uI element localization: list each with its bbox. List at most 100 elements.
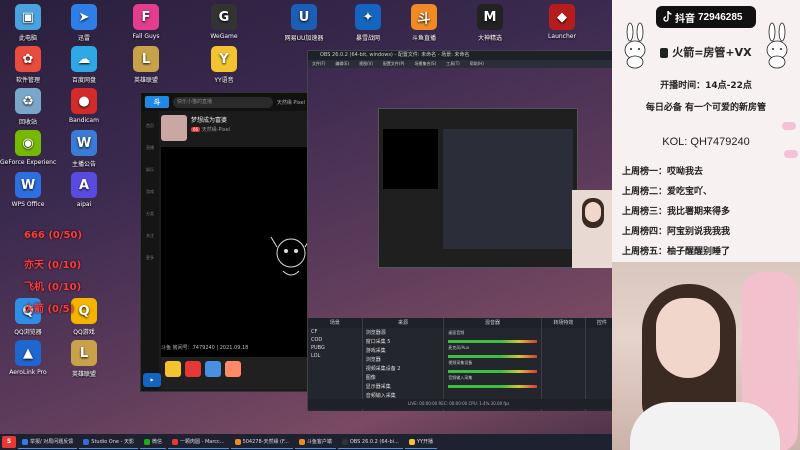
desktop-shortcut[interactable]: ▣ 此电脑 bbox=[0, 4, 56, 42]
source-item[interactable]: 图像 bbox=[363, 373, 444, 382]
tab-label[interactable]: 天然缘 Pixel bbox=[277, 99, 305, 106]
app-icon bbox=[341, 438, 348, 445]
menu-help[interactable]: 帮助(H) bbox=[470, 60, 484, 68]
taskbar-item[interactable]: OBS 26.0.2 (64-bi... bbox=[337, 435, 403, 449]
sidebar-item-more[interactable]: 更多 bbox=[141, 243, 159, 265]
mixer-channel-label: 音频输入采集 bbox=[448, 375, 473, 380]
douyu-header: 斗 快乐小猫的直播 天然缘 Pixel bbox=[141, 93, 309, 111]
douyu-client-window[interactable]: 斗 快乐小猫的直播 天然缘 Pixel 首页 直播 娱乐 游戏 分类 关注 更多… bbox=[140, 92, 312, 392]
desktop-shortcut[interactable]: 斗斗鱼直播 bbox=[396, 4, 452, 42]
desktop-shortcut-label: 斗鱼直播 bbox=[411, 35, 436, 42]
desktop-shortcut[interactable]: Aaipai bbox=[56, 172, 112, 208]
menu-scene-collection[interactable]: 场景集合(S) bbox=[414, 60, 436, 68]
app-icon bbox=[408, 438, 415, 445]
start-button[interactable]: S bbox=[2, 436, 16, 448]
rank-line: 上周榜四：阿宝别说我我我 bbox=[622, 227, 731, 237]
desktop-shortcut[interactable]: W 主播公告 bbox=[56, 130, 112, 168]
avatar[interactable] bbox=[161, 115, 187, 141]
desktop-shortcut[interactable]: ☁ 百度网盘 bbox=[56, 46, 112, 84]
mw-icon: M bbox=[477, 4, 503, 30]
desktop-shortcut[interactable]: L 英雄联盟 bbox=[56, 340, 112, 378]
tiktok-badge: 抖音 72946285 bbox=[656, 6, 756, 28]
taskbar-item-label: Studio One - 天影 bbox=[91, 439, 134, 445]
source-item[interactable]: 显示器采集 bbox=[363, 382, 444, 391]
streamer-name: 66 天然缘-Pixel bbox=[191, 126, 230, 133]
source-item[interactable]: 游戏采集 bbox=[363, 346, 444, 355]
scene-item[interactable]: COD bbox=[308, 336, 362, 344]
source-item[interactable]: 视频采集设备 2 bbox=[363, 364, 444, 373]
desktop-shortcut[interactable]: G WeGame bbox=[196, 4, 252, 40]
menu-edit[interactable]: 编辑(E) bbox=[335, 60, 349, 68]
taskbar-item[interactable]: 微信 bbox=[139, 435, 166, 449]
desktop-shortcut-label: 英雄联盟 bbox=[71, 371, 96, 378]
taskbar-item[interactable]: 504278-天然缘 (F... bbox=[230, 435, 293, 449]
source-item[interactable]: 浏览器 bbox=[363, 355, 444, 364]
menu-view[interactable]: 视图(V) bbox=[359, 60, 373, 68]
scene-item[interactable]: LOL bbox=[308, 352, 362, 360]
menu-tools[interactable]: 工具(T) bbox=[446, 60, 460, 68]
nested-obs-preview bbox=[378, 108, 578, 268]
baidu-icon: ☁ bbox=[71, 46, 97, 72]
desktop-shortcut[interactable]: ◉ GeForce Experience bbox=[0, 130, 56, 166]
scene-item[interactable]: PUBG bbox=[308, 344, 362, 352]
promo-text: 火箭=房管+VX bbox=[672, 46, 752, 59]
desktop-shortcut-label: Launcher bbox=[548, 33, 576, 40]
bow-icon bbox=[784, 150, 798, 158]
stream-video[interactable] bbox=[161, 147, 312, 361]
taskbar-item-label: OBS 26.0.2 (64-bi... bbox=[349, 439, 399, 445]
taskbar-item[interactable]: 举报/ 对局问题反馈 bbox=[18, 435, 78, 449]
sidebar-item-category[interactable]: 分类 bbox=[141, 199, 159, 221]
taskbar-item[interactable]: 一颗肉圆 - Marcc... bbox=[167, 435, 229, 449]
mixer-channel-label: 桌面音频 bbox=[448, 330, 465, 335]
desktop-shortcut[interactable]: ◆ Launcher bbox=[534, 4, 590, 40]
sources-panel: 来源 浏览器源 窗口采集 5 游戏采集 浏览器 视频采集设备 2 图像 显示器采… bbox=[362, 318, 445, 411]
menu-file[interactable]: 文件(F) bbox=[312, 60, 325, 68]
desktop-shortcut[interactable]: ✿ 软件管理 bbox=[0, 46, 56, 84]
viewer-badge[interactable]: ▶ bbox=[143, 373, 161, 387]
desktop-shortcut[interactable]: U 网易UU加速器 bbox=[276, 4, 332, 42]
sidebar-item-live[interactable]: 直播 bbox=[141, 133, 159, 155]
desktop-shortcut[interactable]: F Fall Guys bbox=[118, 4, 174, 40]
desktop-shortcut[interactable]: ▲ AeroLink Pro bbox=[0, 340, 56, 376]
search-input[interactable]: 快乐小猫的直播 bbox=[173, 96, 273, 108]
nested-video bbox=[383, 129, 438, 189]
menu-profile[interactable]: 配置文件(P) bbox=[383, 60, 405, 68]
desktop-shortcut[interactable]: L 英雄联盟 bbox=[118, 46, 174, 84]
geforce-icon: ◉ bbox=[15, 130, 41, 156]
gift-icon[interactable] bbox=[165, 361, 181, 377]
sidebar-item-game[interactable]: 游戏 bbox=[141, 177, 159, 199]
douyu-sidebar: 首页 直播 娱乐 游戏 分类 关注 更多 bbox=[141, 111, 159, 391]
desktop-shortcut[interactable]: Y YY语音 bbox=[196, 46, 252, 84]
sidebar-item-follow[interactable]: 关注 bbox=[141, 221, 159, 243]
gift-icon[interactable] bbox=[205, 361, 221, 377]
obs-window[interactable]: OBS 26.0.2 (64-bit, windows) - 配置文件: 未命名… bbox=[307, 50, 618, 411]
desktop-shortcut[interactable]: ● Bandicam bbox=[56, 88, 112, 124]
obs-status-bar: LIVE: 00:00:00 REC: 00:00:00 CPU: 1.4% 3… bbox=[308, 399, 618, 409]
panel-title: 场景 bbox=[308, 318, 362, 328]
apps-icon: ✿ bbox=[15, 46, 41, 72]
gift-icon[interactable] bbox=[185, 361, 201, 377]
source-item[interactable]: 窗口采集 5 bbox=[363, 337, 444, 346]
source-item[interactable]: 浏览器源 bbox=[363, 328, 444, 337]
taskbar-item-label: 举报/ 对局问题反馈 bbox=[30, 439, 74, 445]
desktop-shortcut[interactable]: ➤ 迅雷 bbox=[56, 4, 112, 42]
bow-icon bbox=[782, 122, 796, 130]
gift-icon[interactable] bbox=[225, 361, 241, 377]
wps-icon: W bbox=[15, 172, 41, 198]
desktop-shortcut[interactable]: W WPS Office bbox=[0, 172, 56, 208]
desktop-shortcut-label: WPS Office bbox=[11, 201, 45, 208]
taskbar-item[interactable]: YY开播 bbox=[404, 435, 437, 449]
desktop-shortcut-label: 网易UU加速器 bbox=[284, 35, 324, 42]
desktop-shortcut[interactable]: M 大神精选 bbox=[462, 4, 518, 42]
volume-meter[interactable] bbox=[448, 385, 537, 388]
taskbar-item-label: 微信 bbox=[151, 439, 162, 445]
taskbar-item[interactable]: 斗鱼客户端 bbox=[294, 435, 336, 449]
desktop-shortcut-label: Fall Guys bbox=[132, 33, 160, 40]
sidebar-item-fun[interactable]: 娱乐 bbox=[141, 155, 159, 177]
desktop-shortcut[interactable]: ♻ 回收站 bbox=[0, 88, 56, 126]
scene-item[interactable]: CF bbox=[308, 328, 362, 336]
taskbar-item[interactable]: Studio One - 天影 bbox=[79, 435, 138, 449]
sidebar-item-home[interactable]: 首页 bbox=[141, 111, 159, 133]
desktop-shortcut[interactable]: ✦ 暴雪战网 bbox=[340, 4, 396, 42]
taskbar-item-label: YY开播 bbox=[416, 439, 433, 445]
